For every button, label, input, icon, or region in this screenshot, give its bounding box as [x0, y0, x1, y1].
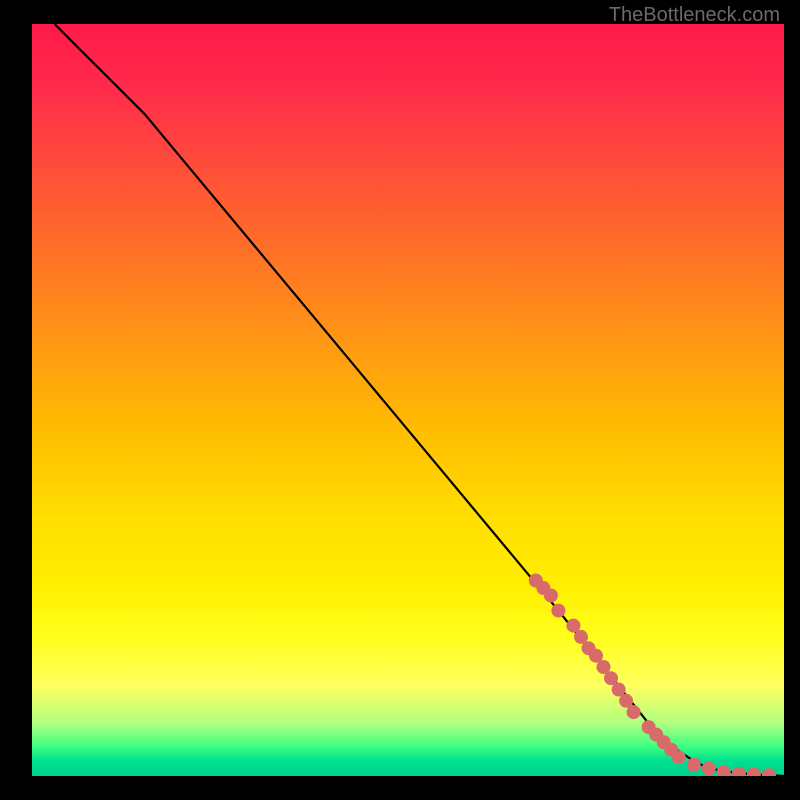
watermark-text: TheBottleneck.com: [609, 4, 780, 27]
gradient-background: [32, 24, 784, 776]
plot-area: [32, 24, 784, 776]
